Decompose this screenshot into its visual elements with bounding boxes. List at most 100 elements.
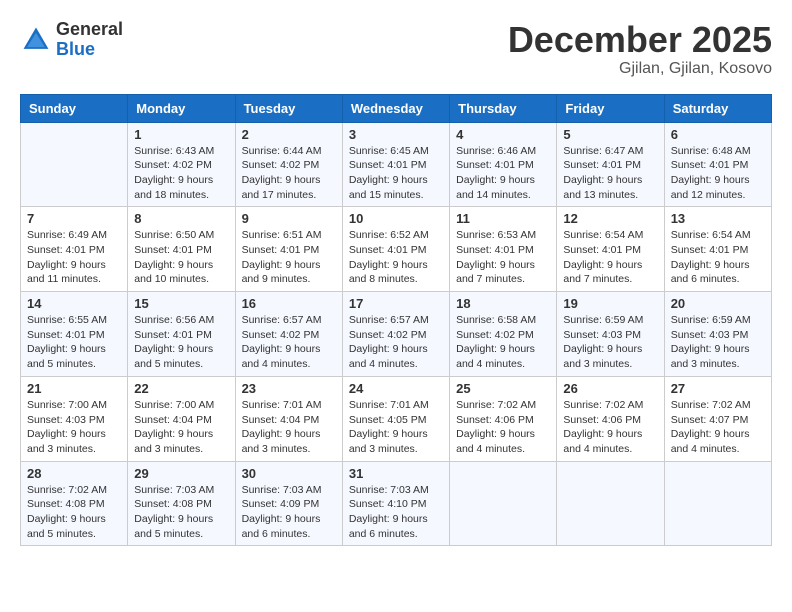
calendar-cell: 13Sunrise: 6:54 AMSunset: 4:01 PMDayligh…	[664, 207, 771, 292]
day-number: 1	[134, 127, 228, 142]
day-number: 24	[349, 381, 443, 396]
calendar-week-row: 1 Sunrise: 6:43 AMSunset: 4:02 PMDaylight…	[21, 122, 772, 207]
day-info: Sunrise: 6:47 AMSunset: 4:01 PMDaylight:…	[563, 144, 657, 203]
calendar-week-row: 14Sunrise: 6:55 AMSunset: 4:01 PMDayligh…	[21, 292, 772, 377]
calendar-cell: 2 Sunrise: 6:44 AMSunset: 4:02 PMDaylight…	[235, 122, 342, 207]
calendar-cell: 25Sunrise: 7:02 AMSunset: 4:06 PMDayligh…	[450, 376, 557, 461]
calendar-dow-monday: Monday	[128, 94, 235, 122]
day-number: 18	[456, 296, 550, 311]
day-number: 6	[671, 127, 765, 142]
day-number: 22	[134, 381, 228, 396]
calendar-cell: 10 Sunrise: 6:52 AMSunset: 4:01 PMDayligh…	[342, 207, 449, 292]
location-title: Gjilan, Gjilan, Kosovo	[508, 60, 772, 78]
day-number: 4	[456, 127, 550, 142]
header: General Blue December 2025 Gjilan, Gjila…	[20, 20, 772, 78]
day-info: Sunrise: 6:46 AMSunset: 4:01 PMDaylight:…	[456, 144, 550, 203]
day-number: 12	[563, 211, 657, 226]
calendar-cell: 14Sunrise: 6:55 AMSunset: 4:01 PMDayligh…	[21, 292, 128, 377]
day-number: 9	[242, 211, 336, 226]
day-number: 26	[563, 381, 657, 396]
calendar-cell: 7 Sunrise: 6:49 AMSunset: 4:01 PMDaylight…	[21, 207, 128, 292]
logo: General Blue	[20, 20, 123, 60]
day-number: 7	[27, 211, 121, 226]
calendar-cell: 15Sunrise: 6:56 AMSunset: 4:01 PMDayligh…	[128, 292, 235, 377]
month-title: December 2025	[508, 20, 772, 60]
day-number: 5	[563, 127, 657, 142]
day-number: 8	[134, 211, 228, 226]
day-number: 29	[134, 466, 228, 481]
calendar-cell: 29 Sunrise: 7:03 AMSunset: 4:08 PMDayligh…	[128, 461, 235, 546]
day-info: Sunrise: 6:59 AMSunset: 4:03 PMDaylight:…	[563, 313, 657, 372]
day-info: Sunrise: 6:53 AMSunset: 4:01 PMDaylight:…	[456, 228, 550, 287]
calendar-cell: 26 Sunrise: 7:02 AMSunset: 4:06 PMDayligh…	[557, 376, 664, 461]
day-number: 13	[671, 211, 765, 226]
calendar-week-row: 21 Sunrise: 7:00 AMSunset: 4:03 PMDayligh…	[21, 376, 772, 461]
day-number: 2	[242, 127, 336, 142]
calendar-cell: 17 Sunrise: 6:57 AMSunset: 4:02 PMDayligh…	[342, 292, 449, 377]
calendar-cell: 8 Sunrise: 6:50 AMSunset: 4:01 PMDaylight…	[128, 207, 235, 292]
calendar-dow-saturday: Saturday	[664, 94, 771, 122]
day-number: 20	[671, 296, 765, 311]
day-info: Sunrise: 6:52 AMSunset: 4:01 PMDaylight:…	[349, 228, 443, 287]
day-number: 23	[242, 381, 336, 396]
day-number: 30	[242, 466, 336, 481]
day-number: 21	[27, 381, 121, 396]
calendar-table: SundayMondayTuesdayWednesdayThursdayFrid…	[20, 94, 772, 547]
calendar-cell	[21, 122, 128, 207]
calendar-cell: 24Sunrise: 7:01 AMSunset: 4:05 PMDayligh…	[342, 376, 449, 461]
calendar-cell	[664, 461, 771, 546]
calendar-cell: 20 Sunrise: 6:59 AMSunset: 4:03 PMDayligh…	[664, 292, 771, 377]
calendar-dow-tuesday: Tuesday	[235, 94, 342, 122]
day-info: Sunrise: 7:02 AMSunset: 4:08 PMDaylight:…	[27, 483, 121, 542]
day-number: 14	[27, 296, 121, 311]
day-info: Sunrise: 7:02 AMSunset: 4:07 PMDaylight:…	[671, 398, 765, 457]
day-info: Sunrise: 6:48 AMSunset: 4:01 PMDaylight:…	[671, 144, 765, 203]
day-number: 31	[349, 466, 443, 481]
day-info: Sunrise: 7:03 AMSunset: 4:09 PMDaylight:…	[242, 483, 336, 542]
calendar-cell: 21 Sunrise: 7:00 AMSunset: 4:03 PMDayligh…	[21, 376, 128, 461]
day-number: 25	[456, 381, 550, 396]
calendar-cell	[557, 461, 664, 546]
calendar-dow-wednesday: Wednesday	[342, 94, 449, 122]
day-info: Sunrise: 7:01 AMSunset: 4:04 PMDaylight:…	[242, 398, 336, 457]
calendar-cell: 6 Sunrise: 6:48 AMSunset: 4:01 PMDaylight…	[664, 122, 771, 207]
day-info: Sunrise: 6:59 AMSunset: 4:03 PMDaylight:…	[671, 313, 765, 372]
day-number: 17	[349, 296, 443, 311]
day-info: Sunrise: 7:02 AMSunset: 4:06 PMDaylight:…	[563, 398, 657, 457]
calendar-header-row: SundayMondayTuesdayWednesdayThursdayFrid…	[21, 94, 772, 122]
calendar-cell: 19 Sunrise: 6:59 AMSunset: 4:03 PMDayligh…	[557, 292, 664, 377]
day-number: 19	[563, 296, 657, 311]
calendar-week-row: 28 Sunrise: 7:02 AMSunset: 4:08 PMDayligh…	[21, 461, 772, 546]
logo-blue-text: Blue	[56, 40, 123, 60]
day-info: Sunrise: 6:54 AMSunset: 4:01 PMDaylight:…	[563, 228, 657, 287]
day-info: Sunrise: 6:44 AMSunset: 4:02 PMDaylight:…	[242, 144, 336, 203]
day-info: Sunrise: 6:50 AMSunset: 4:01 PMDaylight:…	[134, 228, 228, 287]
day-number: 15	[134, 296, 228, 311]
calendar-dow-sunday: Sunday	[21, 94, 128, 122]
logo-text: General Blue	[56, 20, 123, 60]
title-area: December 2025 Gjilan, Gjilan, Kosovo	[508, 20, 772, 78]
day-info: Sunrise: 6:57 AMSunset: 4:02 PMDaylight:…	[242, 313, 336, 372]
calendar-cell: 23 Sunrise: 7:01 AMSunset: 4:04 PMDayligh…	[235, 376, 342, 461]
day-info: Sunrise: 7:03 AMSunset: 4:10 PMDaylight:…	[349, 483, 443, 542]
calendar-week-row: 7 Sunrise: 6:49 AMSunset: 4:01 PMDaylight…	[21, 207, 772, 292]
calendar-cell: 28 Sunrise: 7:02 AMSunset: 4:08 PMDayligh…	[21, 461, 128, 546]
calendar-cell: 11Sunrise: 6:53 AMSunset: 4:01 PMDayligh…	[450, 207, 557, 292]
day-info: Sunrise: 7:00 AMSunset: 4:03 PMDaylight:…	[27, 398, 121, 457]
day-number: 10	[349, 211, 443, 226]
calendar-cell	[450, 461, 557, 546]
day-info: Sunrise: 7:03 AMSunset: 4:08 PMDaylight:…	[134, 483, 228, 542]
calendar-cell: 16Sunrise: 6:57 AMSunset: 4:02 PMDayligh…	[235, 292, 342, 377]
day-info: Sunrise: 6:57 AMSunset: 4:02 PMDaylight:…	[349, 313, 443, 372]
day-number: 28	[27, 466, 121, 481]
calendar-cell: 27Sunrise: 7:02 AMSunset: 4:07 PMDayligh…	[664, 376, 771, 461]
logo-icon	[20, 24, 52, 56]
day-info: Sunrise: 7:00 AMSunset: 4:04 PMDaylight:…	[134, 398, 228, 457]
calendar-cell: 4 Sunrise: 6:46 AMSunset: 4:01 PMDaylight…	[450, 122, 557, 207]
calendar-cell: 31 Sunrise: 7:03 AMSunset: 4:10 PMDayligh…	[342, 461, 449, 546]
calendar-cell: 18Sunrise: 6:58 AMSunset: 4:02 PMDayligh…	[450, 292, 557, 377]
day-info: Sunrise: 6:49 AMSunset: 4:01 PMDaylight:…	[27, 228, 121, 287]
day-info: Sunrise: 6:45 AMSunset: 4:01 PMDaylight:…	[349, 144, 443, 203]
calendar-cell: 30 Sunrise: 7:03 AMSunset: 4:09 PMDayligh…	[235, 461, 342, 546]
day-info: Sunrise: 6:43 AMSunset: 4:02 PMDaylight:…	[134, 144, 228, 203]
